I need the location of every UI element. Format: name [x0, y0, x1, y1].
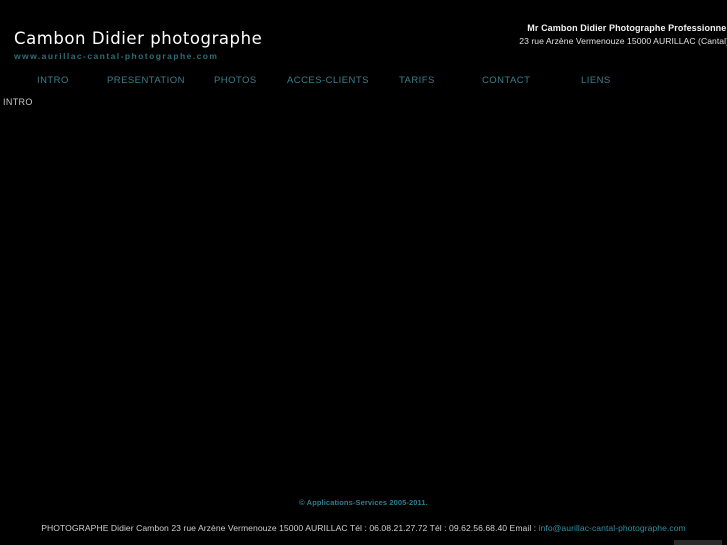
site-brand[interactable]: Cambon Didier photographe www.aurillac-c…	[14, 30, 354, 62]
nav-item-liens[interactable]: LIENS	[581, 74, 611, 88]
site-footer: © Applications-Services 2005-2011. PHOTO…	[0, 490, 727, 545]
nav-item-acces-clients[interactable]: ACCES-CLIENTS	[287, 74, 369, 88]
brand-url: www.aurillac-cantal-photographe.com	[14, 51, 219, 61]
page-root: Cambon Didier photographe www.aurillac-c…	[0, 0, 727, 545]
header-owner-name: Mr Cambon Didier Photographe Professionn…	[527, 23, 727, 33]
site-header: Cambon Didier photographe www.aurillac-c…	[0, 0, 727, 70]
header-contact-block: Mr Cambon Didier Photographe Professionn…	[309, 22, 727, 48]
main-navigation: INTRO PRESENTATION PHOTOS ACCES-CLIENTS …	[0, 74, 727, 92]
footer-copyright: © Applications-Services 2005-2011.	[299, 498, 428, 507]
main-content-area	[0, 112, 727, 490]
footer-contact-text: PHOTOGRAPHE Didier Cambon 23 rue Arzène …	[41, 523, 539, 533]
nav-item-tarifs[interactable]: TARIFS	[399, 74, 435, 88]
brand-title: Cambon Didier photographe	[14, 29, 263, 48]
nav-item-contact[interactable]: CONTACT	[482, 74, 530, 88]
nav-item-photos[interactable]: PHOTOS	[214, 74, 257, 88]
nav-item-presentation[interactable]: PRESENTATION	[107, 74, 185, 88]
footer-contact-line: PHOTOGRAPHE Didier Cambon 23 rue Arzène …	[0, 522, 727, 534]
header-address: 23 rue Arzène Vermenouze 15000 AURILLAC …	[519, 36, 727, 46]
window-edge-artifact	[674, 540, 722, 545]
nav-item-intro[interactable]: INTRO	[37, 74, 69, 88]
current-section-label: INTRO	[3, 97, 33, 107]
footer-email-link[interactable]: info@aurillac-cantal-photographe.com	[539, 523, 686, 533]
